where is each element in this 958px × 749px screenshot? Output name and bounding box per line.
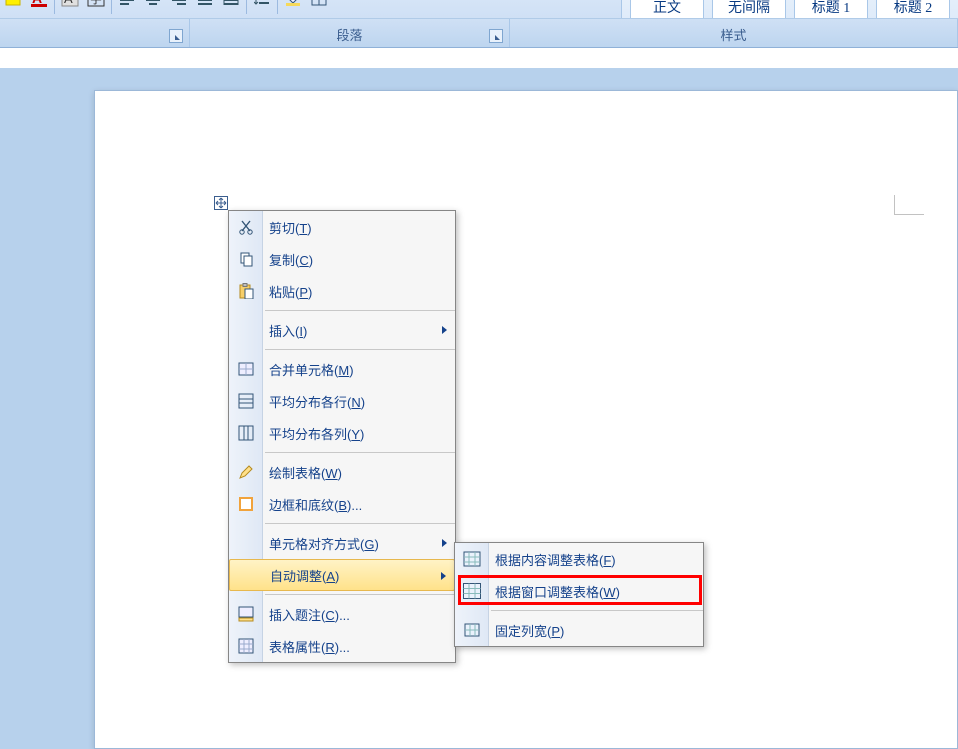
menu-item-cell-alignment[interactable]: 单元格对齐方式(G) bbox=[229, 527, 455, 559]
context-submenu-autofit: 根据内容调整表格(F) 根据窗口调整表格(W) 固定列宽(P) bbox=[454, 542, 704, 647]
group-styles: 样式 bbox=[510, 19, 958, 47]
caption-icon bbox=[236, 604, 256, 624]
label: 单元格对齐方式(G) bbox=[269, 534, 379, 553]
distribute-rows-icon bbox=[236, 391, 256, 411]
margin-corner-mark bbox=[894, 195, 924, 215]
char-border-button[interactable]: 字 bbox=[84, 0, 108, 10]
highlight-button[interactable] bbox=[1, 0, 25, 10]
label: 根据窗口调整表格(W) bbox=[495, 582, 620, 601]
label: 固定列宽(P) bbox=[495, 621, 564, 640]
font-color-button[interactable]: A bbox=[27, 0, 51, 10]
menu-separator bbox=[491, 610, 703, 611]
group-divider bbox=[111, 0, 112, 14]
submenu-arrow-icon bbox=[442, 539, 447, 547]
menu-separator bbox=[265, 594, 455, 595]
table-move-handle[interactable] bbox=[214, 196, 228, 210]
pencil-icon bbox=[236, 462, 256, 482]
align-left-button[interactable] bbox=[115, 0, 139, 10]
align-right-button[interactable] bbox=[167, 0, 191, 10]
group-styles-label: 样式 bbox=[720, 28, 746, 43]
page-canvas[interactable] bbox=[94, 90, 958, 749]
distribute-button[interactable] bbox=[219, 0, 243, 10]
menu-item-distribute-rows[interactable]: 平均分布各行(N) bbox=[229, 385, 455, 417]
menu-item-borders-shading[interactable]: 边框和底纹(B)... bbox=[229, 488, 455, 520]
cut-icon bbox=[236, 217, 256, 237]
submenu-arrow-icon bbox=[441, 572, 446, 580]
paste-icon bbox=[236, 281, 256, 301]
menu-item-merge-cells[interactable]: 合并单元格(M) bbox=[229, 353, 455, 385]
group-paragraph-label: 段落 bbox=[336, 28, 362, 43]
merge-cells-icon bbox=[236, 359, 256, 379]
menu-item-insert[interactable]: 插入(I) bbox=[229, 314, 455, 346]
label: 复制(C) bbox=[269, 250, 313, 269]
label: 粘贴(P) bbox=[269, 282, 312, 301]
menu-item-autofit[interactable]: 自动调整(A) bbox=[229, 559, 455, 591]
fixed-width-icon bbox=[462, 620, 482, 640]
label: 插入(I) bbox=[269, 321, 307, 340]
distribute-cols-icon bbox=[236, 423, 256, 443]
table-properties-icon bbox=[236, 636, 256, 656]
label: 剪切(T) bbox=[269, 218, 312, 237]
menu-separator bbox=[265, 349, 455, 350]
menu-item-insert-caption[interactable]: 插入题注(C)... bbox=[229, 598, 455, 630]
submenu-item-fit-content[interactable]: 根据内容调整表格(F) bbox=[455, 543, 703, 575]
paragraph-dialog-launcher[interactable] bbox=[489, 29, 503, 43]
label: 表格属性(R)... bbox=[269, 637, 350, 656]
menu-separator bbox=[265, 452, 455, 453]
submenu-arrow-icon bbox=[442, 326, 447, 334]
menu-item-cut[interactable]: 剪切(T) bbox=[229, 211, 455, 243]
group-labels: 段落 样式 bbox=[0, 18, 958, 48]
submenu-item-fit-window[interactable]: 根据窗口调整表格(W) bbox=[455, 575, 703, 607]
menu-item-distribute-cols[interactable]: 平均分布各列(Y) bbox=[229, 417, 455, 449]
group-divider bbox=[246, 0, 247, 14]
menu-item-table-properties[interactable]: 表格属性(R)... bbox=[229, 630, 455, 662]
menu-item-copy[interactable]: 复制(C) bbox=[229, 243, 455, 275]
group-paragraph: 段落 bbox=[190, 19, 510, 47]
line-spacing-button[interactable] bbox=[250, 0, 274, 10]
label: 平均分布各列(Y) bbox=[269, 424, 364, 443]
context-menu: 剪切(T) 复制(C) 粘贴(P) 插入(I) 合并单元格(M) 平均分布各行(… bbox=[228, 210, 456, 663]
autofit-window-icon bbox=[462, 581, 482, 601]
svg-text:A: A bbox=[32, 0, 42, 6]
label: 绘制表格(W) bbox=[269, 463, 342, 482]
autofit-content-icon bbox=[462, 549, 482, 569]
label: 插入题注(C)... bbox=[269, 605, 350, 624]
group-divider bbox=[54, 0, 55, 14]
group-divider bbox=[277, 0, 278, 14]
group-font bbox=[0, 19, 190, 47]
copy-icon bbox=[236, 249, 256, 269]
menu-item-draw-table[interactable]: 绘制表格(W) bbox=[229, 456, 455, 488]
label: 边框和底纹(B)... bbox=[269, 495, 362, 514]
char-shading-button[interactable]: A bbox=[58, 0, 82, 10]
label: 根据内容调整表格(F) bbox=[495, 550, 616, 569]
borders-shading-icon bbox=[236, 494, 256, 514]
align-justify-button[interactable] bbox=[193, 0, 217, 10]
borders-button[interactable] bbox=[307, 0, 331, 10]
submenu-item-fixed-width[interactable]: 固定列宽(P) bbox=[455, 614, 703, 646]
font-dialog-launcher[interactable] bbox=[169, 29, 183, 43]
menu-separator bbox=[265, 310, 455, 311]
label: 平均分布各行(N) bbox=[269, 392, 365, 411]
label: 合并单元格(M) bbox=[269, 360, 354, 379]
label: 自动调整(A) bbox=[270, 566, 339, 585]
svg-text:A: A bbox=[64, 0, 73, 6]
menu-item-paste[interactable]: 粘贴(P) bbox=[229, 275, 455, 307]
menu-separator bbox=[265, 523, 455, 524]
align-center-button[interactable] bbox=[141, 0, 165, 10]
svg-text:字: 字 bbox=[90, 0, 102, 6]
shading-button[interactable] bbox=[281, 0, 305, 10]
